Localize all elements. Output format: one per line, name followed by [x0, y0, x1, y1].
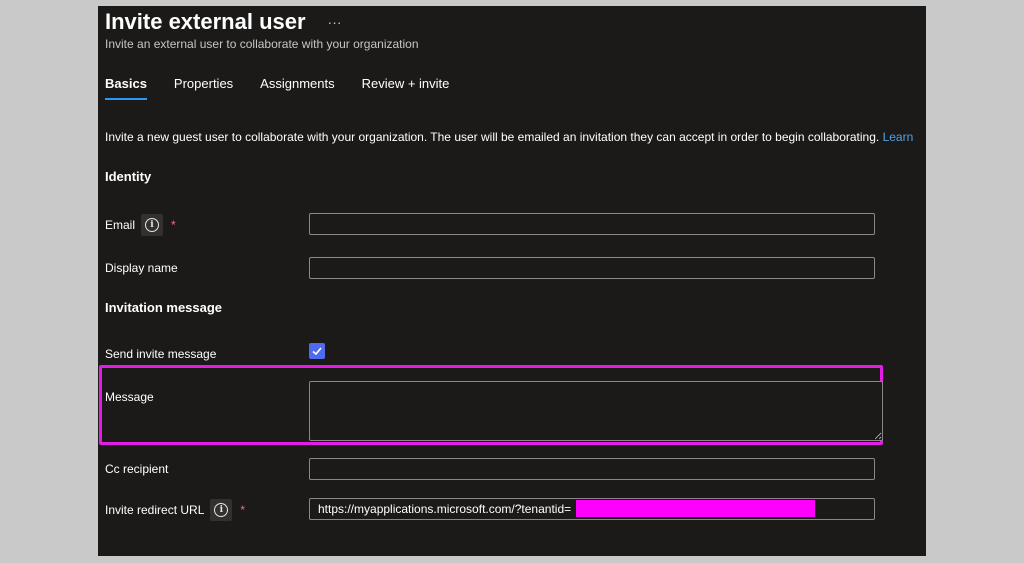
- cc-recipient-field[interactable]: [309, 458, 875, 480]
- info-icon: i: [145, 218, 160, 232]
- tab-properties[interactable]: Properties: [174, 76, 233, 100]
- message-textarea[interactable]: [309, 381, 883, 441]
- email-info-button[interactable]: i: [141, 214, 164, 236]
- email-label-row: Email i *: [105, 214, 176, 236]
- invite-panel: Invite external user ··· Invite an exter…: [98, 6, 926, 556]
- page-title: Invite external user: [105, 9, 306, 34]
- required-marker: *: [240, 503, 246, 517]
- tab-review-invite[interactable]: Review + invite: [362, 76, 450, 100]
- redirect-info-button[interactable]: i: [210, 499, 233, 521]
- redirect-url-label: Invite redirect URL: [105, 503, 205, 517]
- redaction-block: [576, 500, 815, 517]
- required-marker: *: [171, 218, 176, 232]
- display-name-label: Display name: [105, 261, 178, 275]
- intro-description: Invite a new guest user to collaborate w…: [105, 130, 880, 144]
- more-options-icon[interactable]: ···: [328, 8, 342, 36]
- tab-basics[interactable]: Basics: [105, 76, 147, 100]
- info-icon: i: [214, 503, 229, 517]
- cc-recipient-label: Cc recipient: [105, 462, 169, 476]
- display-name-field[interactable]: [309, 257, 875, 279]
- page-subtitle: Invite an external user to collaborate w…: [105, 37, 419, 51]
- intro-text: Invite a new guest user to collaborate w…: [105, 130, 913, 144]
- tab-assignments[interactable]: Assignments: [260, 76, 334, 100]
- learn-more-link[interactable]: Learn: [883, 130, 914, 144]
- redirect-url-label-row: Invite redirect URL i *: [105, 499, 245, 521]
- send-invite-checkbox[interactable]: [309, 343, 325, 359]
- checkmark-icon: [312, 347, 322, 356]
- invitation-message-heading: Invitation message: [105, 300, 223, 315]
- email-label: Email: [105, 218, 136, 232]
- identity-heading: Identity: [105, 169, 152, 184]
- title-row: Invite external user ···: [105, 8, 342, 36]
- send-invite-label: Send invite message: [105, 347, 217, 361]
- message-label: Message: [105, 390, 154, 404]
- tab-bar: Basics Properties Assignments Review + i…: [105, 76, 476, 100]
- email-field[interactable]: [309, 213, 875, 235]
